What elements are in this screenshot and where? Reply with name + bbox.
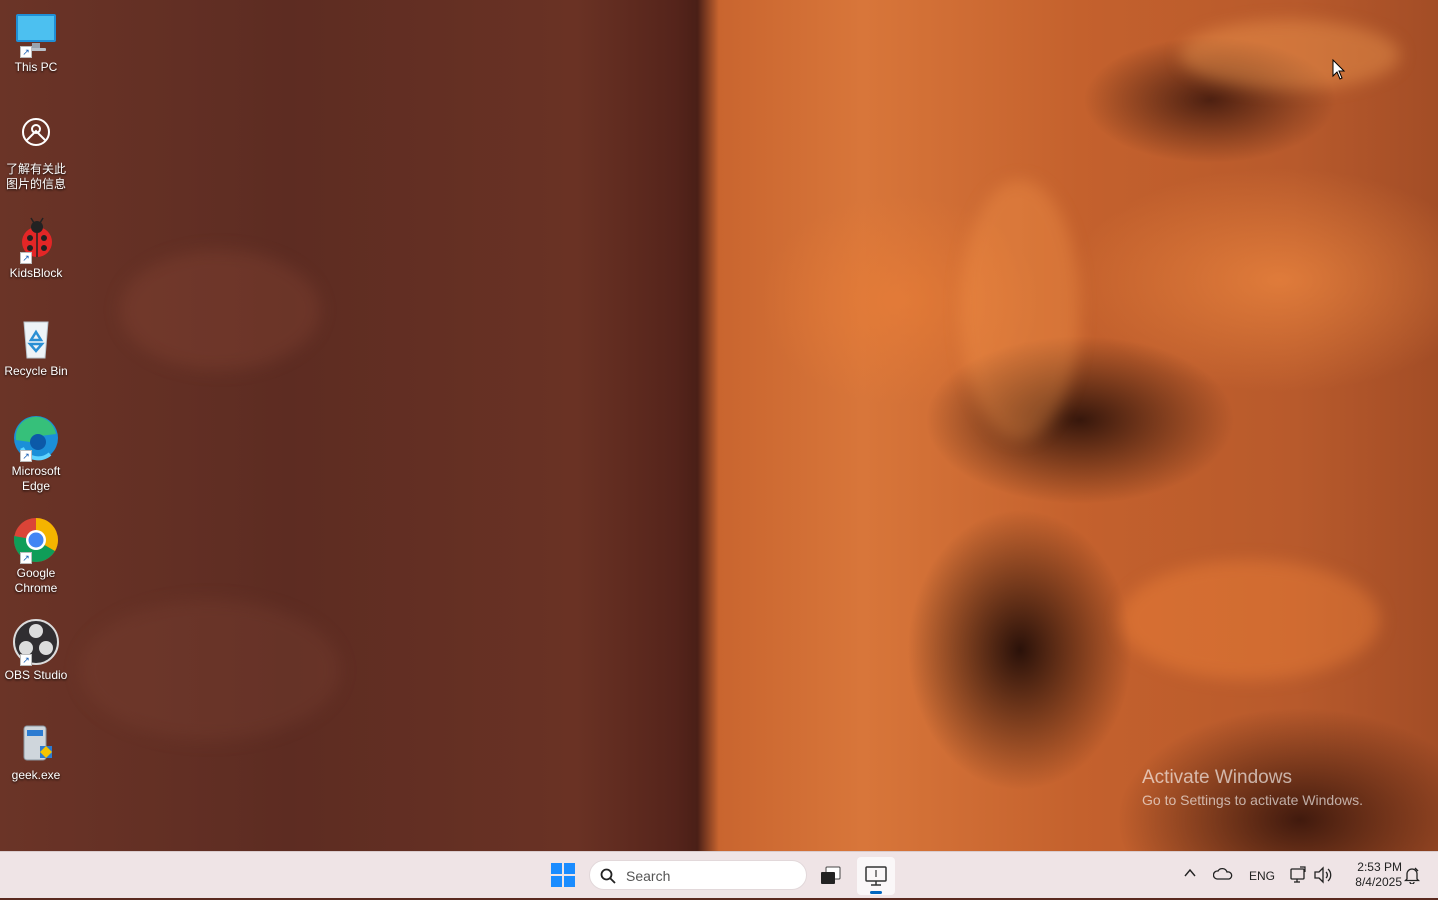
- clock-date: 8/4/2025: [1355, 875, 1402, 889]
- desktop-icon-chrome[interactable]: ↗ Google Chrome: [2, 516, 70, 596]
- desktop-icon-label: 了解有关此图片的信息: [5, 162, 66, 191]
- desktop-wallpaper: [0, 0, 1438, 851]
- recycle-bin-icon: [12, 314, 60, 362]
- remote-desktop-icon: [865, 866, 887, 886]
- show-hidden-icons-button[interactable]: [1183, 866, 1197, 883]
- geek-uninstaller-icon: [12, 718, 60, 766]
- desktop-icon-geek[interactable]: geek.exe: [2, 718, 70, 783]
- network-icon: [1290, 866, 1306, 883]
- taskbar-app-remote-desktop[interactable]: [857, 857, 895, 895]
- mouse-pointer-icon: [1332, 58, 1346, 86]
- desktop-icon-obs[interactable]: ↗ OBS Studio: [2, 618, 70, 683]
- active-app-indicator: [870, 891, 882, 894]
- desktop-icon-edge[interactable]: ↗ Microsoft Edge: [2, 414, 70, 494]
- taskbar-clock[interactable]: 2:53 PM 8/4/2025: [1340, 860, 1402, 890]
- watermark-title: Activate Windows: [1142, 767, 1292, 788]
- onedrive-button[interactable]: [1212, 866, 1233, 885]
- clock-time: 2:53 PM: [1357, 860, 1402, 874]
- chevron-up-icon: [1184, 868, 1196, 877]
- desktop-icon-picture-info[interactable]: 了解有关此图片的信息: [2, 112, 70, 192]
- speaker-icon: [1314, 866, 1332, 884]
- volume-button[interactable]: [1313, 866, 1333, 887]
- desktop-icon-label: This PC: [14, 60, 58, 74]
- task-view-button[interactable]: [812, 857, 850, 895]
- desktop-icon-label: KidsBlock: [9, 266, 63, 280]
- start-button[interactable]: [550, 862, 576, 888]
- network-button[interactable]: [1289, 866, 1307, 887]
- desktop-icon-label: OBS Studio: [4, 668, 68, 682]
- bell-icon: [1403, 867, 1421, 885]
- edge-icon: ↗: [12, 414, 60, 462]
- desktop-icon-kidsblock[interactable]: ↗ KidsBlock: [2, 216, 70, 281]
- desktop-icon-label: Recycle Bin: [4, 364, 68, 378]
- search-placeholder: Search: [626, 868, 671, 884]
- ladybug-icon: ↗: [12, 216, 60, 264]
- info-camera-icon: [12, 112, 60, 160]
- desktop-icon-label: geek.exe: [11, 768, 61, 782]
- desktop-icon-label: Microsoft Edge: [11, 464, 61, 493]
- desktop-icon-label: Google Chrome: [14, 566, 58, 595]
- monitor-icon: ↗: [12, 10, 60, 58]
- activate-windows-watermark: Activate Windows Go to Settings to activ…: [1142, 766, 1363, 810]
- cloud-icon: [1212, 867, 1233, 880]
- language-indicator[interactable]: ENG: [1249, 869, 1275, 883]
- notifications-button[interactable]: [1403, 866, 1421, 887]
- search-icon: [600, 868, 616, 889]
- task-view-icon: [821, 866, 841, 884]
- windows-logo-icon: [551, 863, 575, 887]
- watermark-subtitle: Go to Settings to activate Windows.: [1142, 792, 1363, 808]
- desktop-icon-this-pc[interactable]: ↗ This PC: [2, 10, 70, 75]
- taskbar: Search ENG 2:53 PM 8/4/2025: [0, 851, 1438, 898]
- chrome-icon: ↗: [12, 516, 60, 564]
- taskbar-search-box[interactable]: Search: [589, 860, 807, 890]
- desktop-icon-recycle-bin[interactable]: Recycle Bin: [2, 314, 70, 379]
- obs-icon: ↗: [12, 618, 60, 666]
